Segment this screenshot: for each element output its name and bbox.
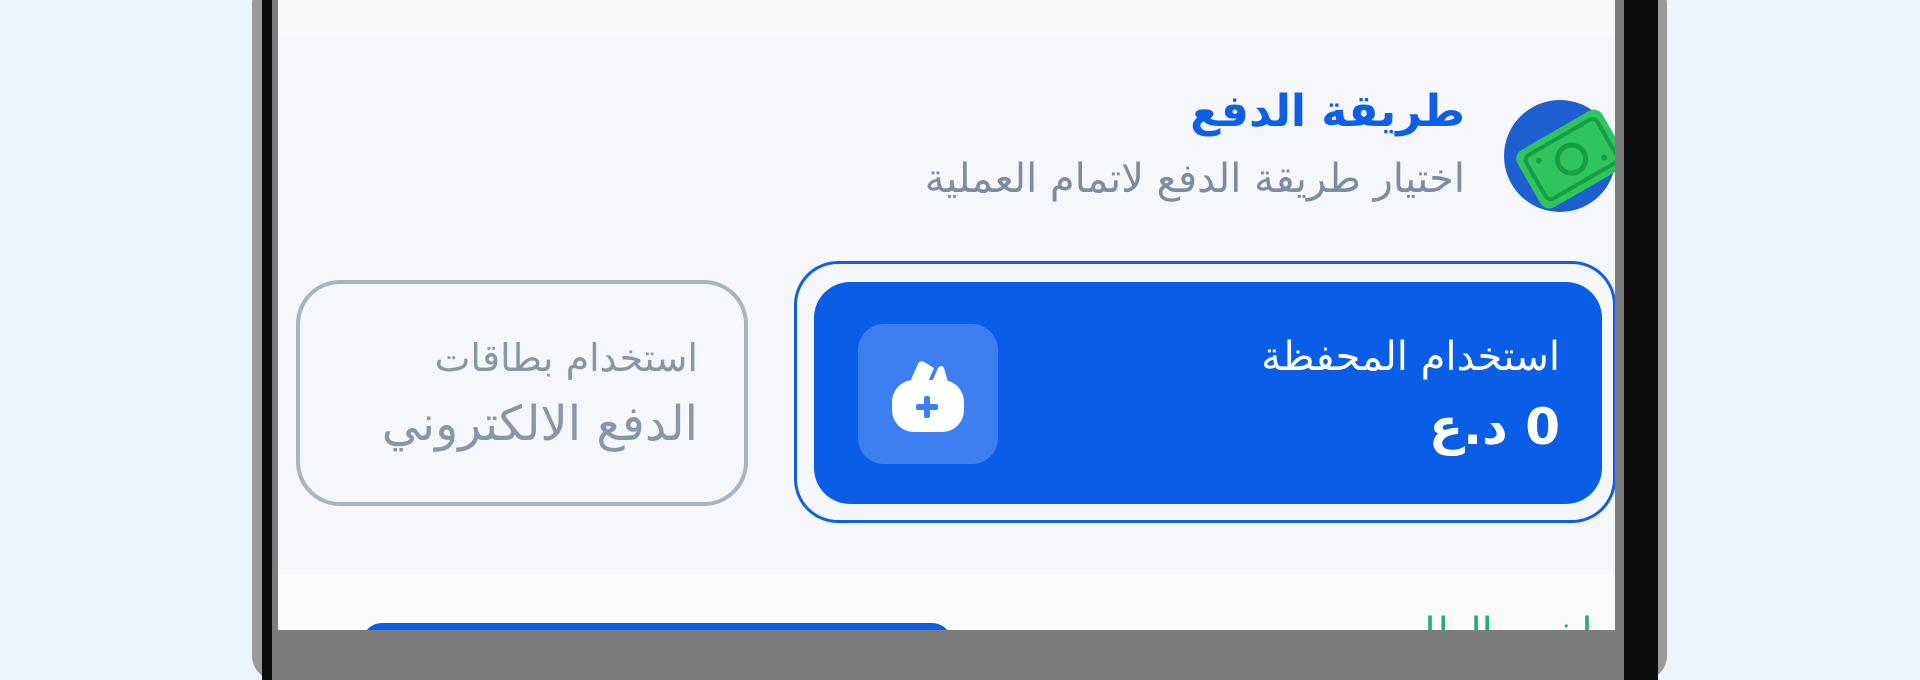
payment-screen: طريقة الدفع اختيار طريقة الدفع لاتمام ال…	[278, 0, 1615, 630]
wallet-plus-icon	[858, 324, 998, 464]
order-summary-title: ملخص الطلب	[1384, 610, 1615, 630]
epay-option-sublabel: الدفع الالكتروني	[381, 396, 698, 452]
section-title: طريقة الدفع	[1190, 86, 1465, 137]
wallet-option-button[interactable]: استخدام المحفظة 0 د.ع	[814, 282, 1602, 504]
wallet-balance: 0 د.ع	[1428, 398, 1560, 456]
epay-option-button[interactable]: استخدام بطاقات الدفع الالكتروني	[296, 280, 748, 506]
epay-option-label: استخدام بطاقات	[434, 336, 698, 380]
money-bill-icon	[1504, 100, 1615, 212]
wallet-option-label: استخدام المحفظة	[1261, 334, 1560, 380]
order-summary-pill[interactable]	[362, 623, 952, 630]
previous-section-card	[278, 0, 1615, 36]
section-subtitle: اختيار طريقة الدفع لاتمام العملية	[924, 156, 1465, 202]
